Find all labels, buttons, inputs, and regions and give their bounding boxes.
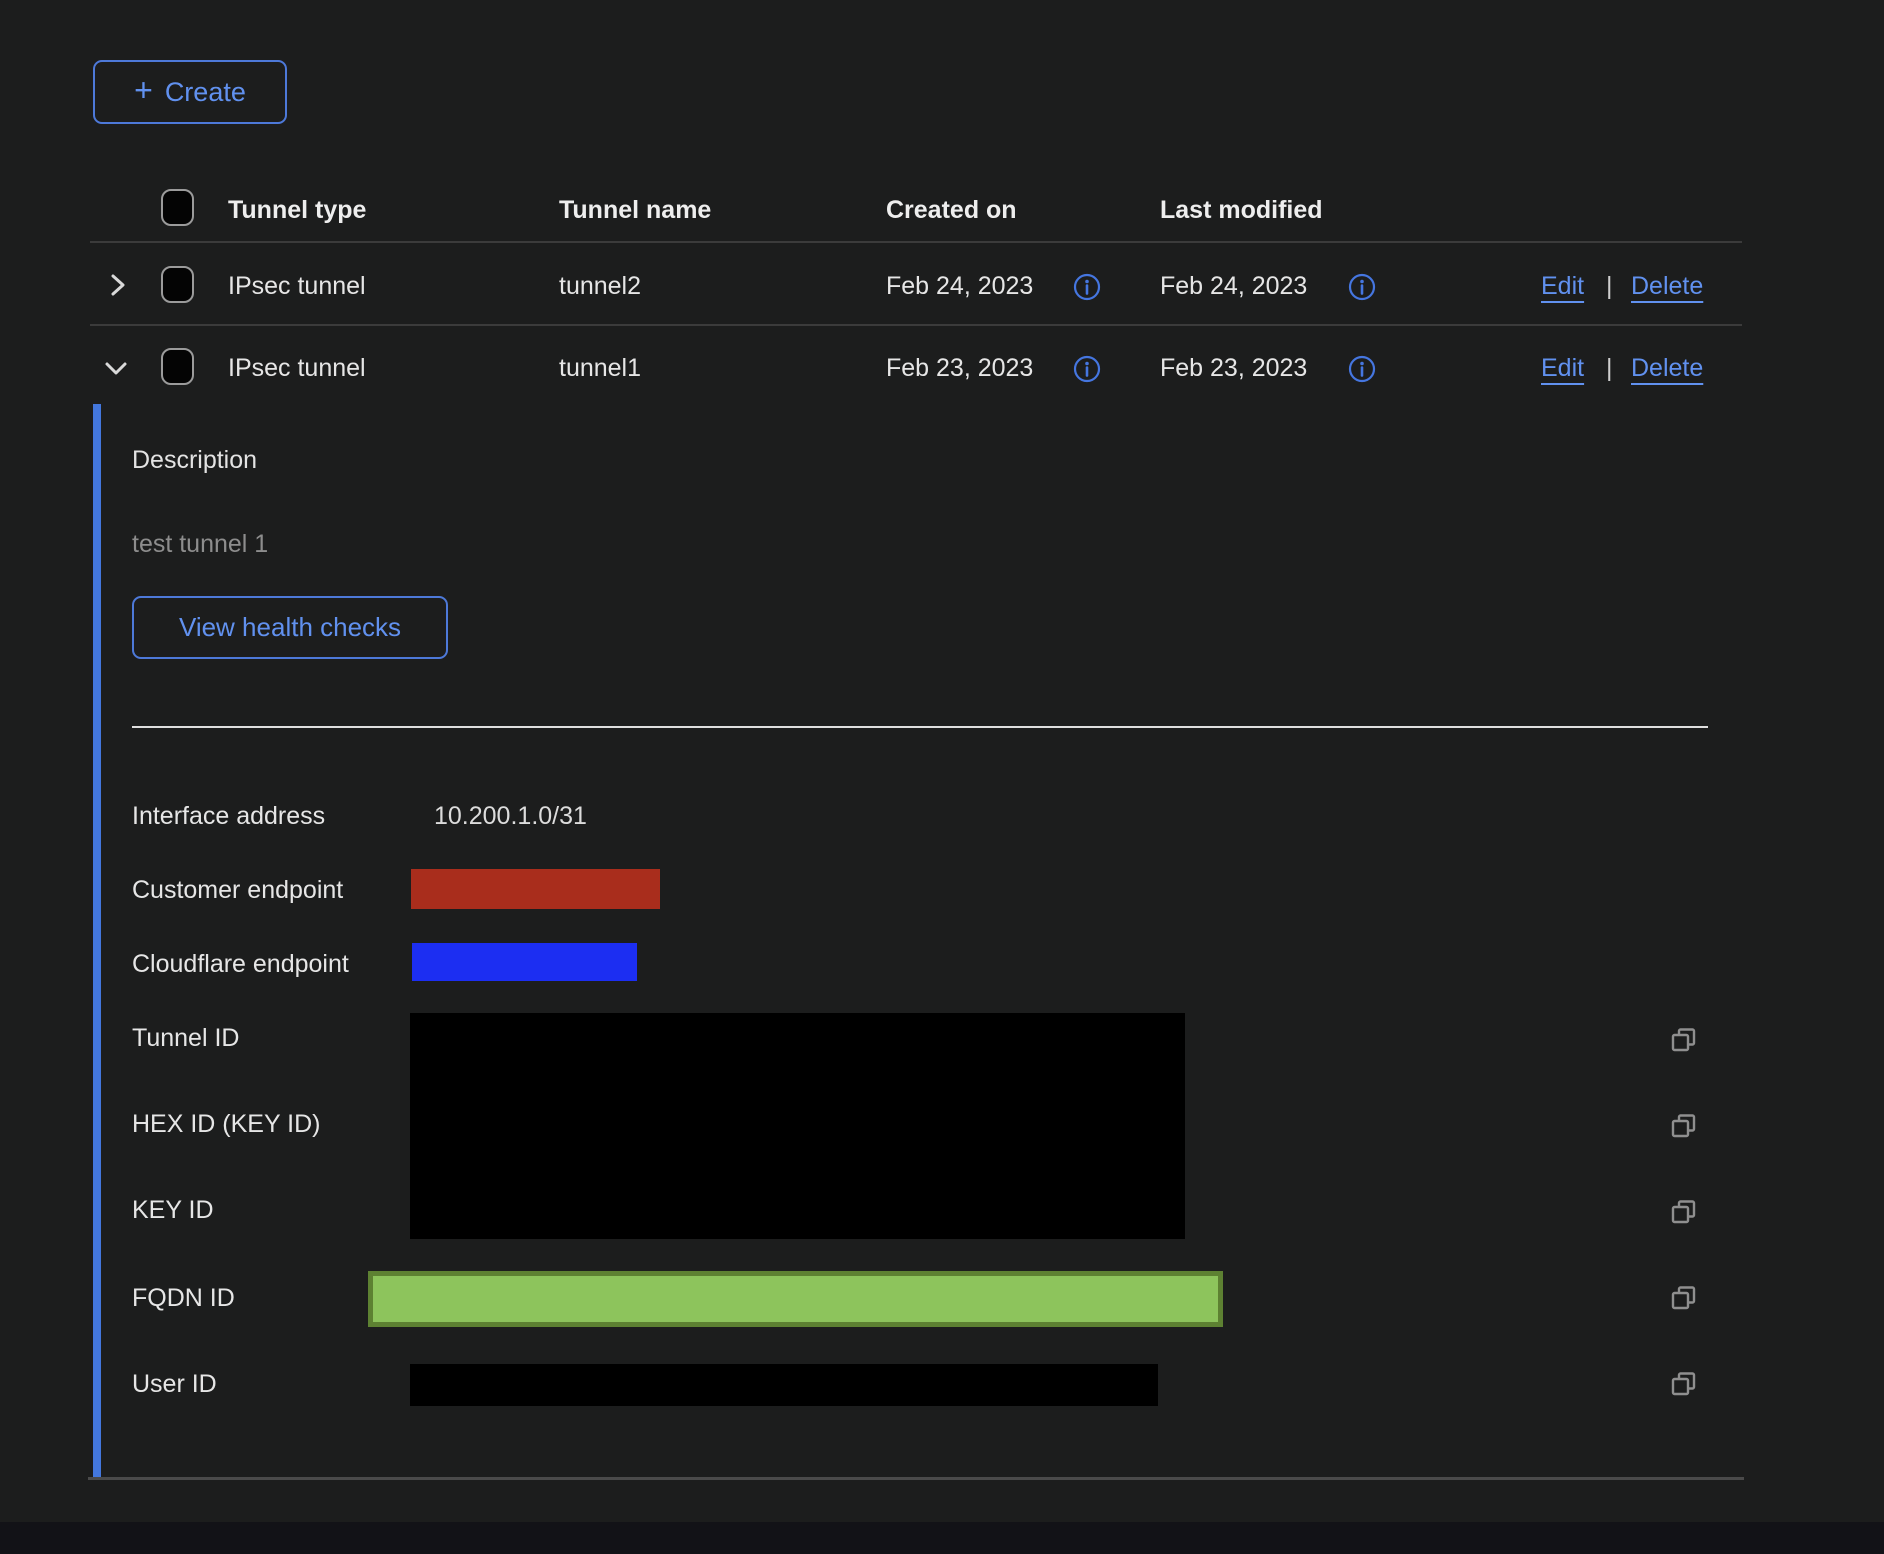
copy-tunnel-id-icon[interactable] <box>1668 1024 1700 1059</box>
column-header-created-on: Created on <box>886 196 1017 225</box>
copy-hex-id-icon[interactable] <box>1668 1110 1700 1145</box>
user-id-redaction <box>410 1364 1158 1406</box>
field-label-user-id: User ID <box>132 1370 217 1399</box>
cloudflare-endpoint-redaction <box>412 943 637 981</box>
delete-link[interactable]: Delete <box>1631 354 1703 383</box>
customer-endpoint-redaction <box>411 869 660 909</box>
panel-bottom-divider <box>88 1477 1744 1480</box>
column-header-tunnel-name: Tunnel name <box>559 196 711 225</box>
expand-chevron-right-icon[interactable] <box>100 268 134 305</box>
field-label-fqdn-id: FQDN ID <box>132 1284 235 1313</box>
view-health-checks-label: View health checks <box>179 612 401 643</box>
tunnel-name-cell: tunnel2 <box>559 272 641 301</box>
edit-link[interactable]: Edit <box>1541 354 1584 383</box>
copy-fqdn-id-icon[interactable] <box>1668 1282 1700 1317</box>
fqdn-id-redaction <box>368 1271 1223 1327</box>
modified-info-icon[interactable] <box>1347 272 1377 305</box>
collapse-chevron-down-icon[interactable] <box>98 350 134 389</box>
last-modified-cell: Feb 23, 2023 <box>1160 354 1307 383</box>
footer-strip <box>0 1522 1884 1554</box>
action-separator: | <box>1606 354 1613 383</box>
field-label-interface-address: Interface address <box>132 802 325 831</box>
created-info-icon[interactable] <box>1072 272 1102 305</box>
modified-info-icon[interactable] <box>1347 354 1377 387</box>
expanded-panel-accent-bar <box>93 404 101 1478</box>
header-divider <box>90 241 1742 243</box>
row-checkbox[interactable] <box>161 266 194 303</box>
ids-redaction-block <box>410 1013 1185 1239</box>
column-header-last-modified: Last modified <box>1160 196 1323 225</box>
field-label-hex-id: HEX ID (KEY ID) <box>132 1110 320 1139</box>
field-label-tunnel-id: Tunnel ID <box>132 1024 239 1053</box>
tunnel-type-cell: IPsec tunnel <box>228 272 366 301</box>
field-value-interface-address: 10.200.1.0/31 <box>434 802 587 831</box>
created-on-cell: Feb 24, 2023 <box>886 272 1033 301</box>
copy-user-id-icon[interactable] <box>1668 1368 1700 1403</box>
created-info-icon[interactable] <box>1072 354 1102 387</box>
edit-link[interactable]: Edit <box>1541 272 1584 301</box>
created-on-cell: Feb 23, 2023 <box>886 354 1033 383</box>
description-label: Description <box>132 446 257 475</box>
row-checkbox[interactable] <box>161 348 194 385</box>
tunnels-page: + Create Tunnel type Tunnel name Created… <box>0 0 1884 1554</box>
last-modified-cell: Feb 24, 2023 <box>1160 272 1307 301</box>
section-divider <box>132 726 1708 728</box>
description-value: test tunnel 1 <box>132 530 268 559</box>
column-header-tunnel-type: Tunnel type <box>228 196 366 225</box>
create-button[interactable]: + Create <box>93 60 287 124</box>
action-separator: | <box>1606 272 1613 301</box>
view-health-checks-button[interactable]: View health checks <box>132 596 448 659</box>
create-button-label: Create <box>165 77 246 108</box>
tunnel-name-cell: tunnel1 <box>559 354 641 383</box>
field-label-customer-endpoint: Customer endpoint <box>132 876 343 905</box>
row-divider <box>90 324 1742 326</box>
field-label-cloudflare-endpoint: Cloudflare endpoint <box>132 950 349 979</box>
copy-key-id-icon[interactable] <box>1668 1196 1700 1231</box>
plus-icon: + <box>134 74 153 106</box>
select-all-checkbox[interactable] <box>161 189 194 226</box>
field-label-key-id: KEY ID <box>132 1196 214 1225</box>
tunnel-type-cell: IPsec tunnel <box>228 354 366 383</box>
delete-link[interactable]: Delete <box>1631 272 1703 301</box>
